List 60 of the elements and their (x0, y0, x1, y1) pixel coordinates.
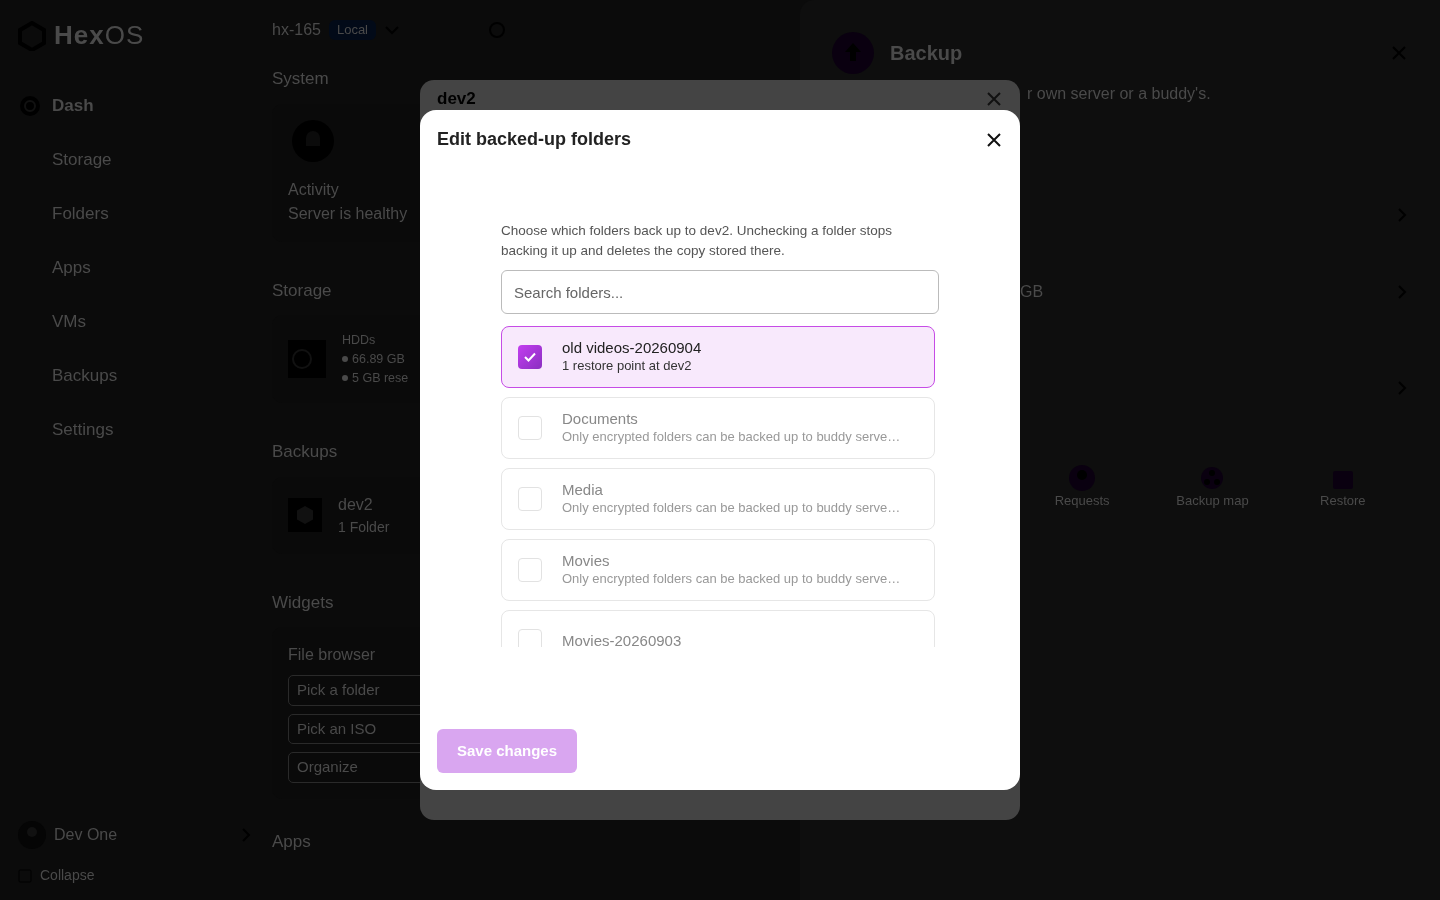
nav-link[interactable]: VMs (18, 295, 252, 349)
server-name: hx-165 (272, 20, 321, 40)
checkbox[interactable] (518, 487, 542, 512)
folder-detail: Only encrypted folders can be backed up to buddy serve… (562, 571, 901, 588)
user-menu[interactable]: Dev One (18, 821, 252, 849)
folder-name: Movies (562, 552, 611, 572)
folder-option[interactable]: Documents Only encrypted folders can be backed up to buddy serve… (501, 397, 935, 460)
panel-action[interactable]: Backup map (1147, 465, 1278, 511)
logo-text: HexOS (54, 19, 145, 52)
checkbox[interactable] (518, 345, 542, 370)
section-title: Widgets (272, 591, 334, 614)
folder-option[interactable]: old videos-20260904 1 restore point at dev2 (501, 326, 935, 389)
nav-link[interactable]: Backups (18, 349, 252, 403)
panel-title: Backup (890, 41, 964, 66)
section-title: Backups (272, 441, 338, 464)
nav-link[interactable]: Dash (18, 79, 252, 133)
section-title: System (272, 68, 329, 90)
checkbox[interactable] (518, 416, 542, 441)
card-title: HDDs (342, 332, 377, 349)
search-field[interactable]: Search folders... (501, 270, 939, 315)
collapse-button[interactable]: Collapse (18, 865, 252, 886)
close-icon (985, 89, 1003, 108)
panel-action[interactable]: Restore (1277, 465, 1408, 511)
folder-name: old videos-20260904 (562, 339, 702, 359)
folder-option[interactable]: Movies Only encrypted folders can be backed up to buddy serve… (501, 539, 935, 602)
folder-name: Documents (562, 410, 639, 430)
folder-name: Media (562, 481, 604, 501)
folder-detail: Only encrypted folders can be backed up to buddy serve… (562, 500, 901, 517)
storage-stat: 5 GB rese (352, 369, 409, 387)
nav-link[interactable]: Storage (18, 133, 252, 187)
nav-link[interactable]: Folders (18, 187, 252, 241)
size-text: GB (1020, 281, 1044, 302)
folder-option[interactable]: Media Only encrypted folders can be backed up to buddy serve… (501, 468, 935, 531)
dialog-title: dev2 (437, 88, 476, 110)
checkmark-icon (524, 352, 536, 363)
section-title: Apps (272, 830, 311, 853)
dialog-title: Edit backed-up folders (437, 128, 632, 151)
panel-action[interactable]: Requests (1017, 465, 1148, 511)
storage-stat: 66.89 GB (352, 350, 405, 368)
folder-name: Movies-20260903 (562, 631, 682, 648)
status-text: Server is healthy (288, 203, 409, 224)
folder-detail: Only encrypted folders can be backed up to buddy serve… (562, 429, 901, 446)
checkbox[interactable] (518, 629, 542, 648)
folder-detail: 1 restore point at dev2 (562, 358, 693, 375)
nav-link[interactable]: Settings (18, 403, 252, 457)
card-title: dev2 (338, 494, 374, 515)
close-icon (985, 130, 1003, 149)
close-button[interactable] (985, 130, 1003, 149)
checkbox[interactable] (518, 558, 542, 583)
section-title: Storage (272, 279, 332, 302)
card-title: File browser (288, 645, 377, 666)
card-title: Activity (288, 179, 340, 200)
panel-description: r own server or a buddy's. (1027, 84, 1212, 104)
folder-option[interactable]: Movies-20260903 (501, 610, 935, 648)
dot-icon (342, 356, 348, 363)
dot-icon (342, 374, 348, 381)
status-badge: Local (328, 20, 376, 40)
folder-count: 1 Folder (338, 517, 390, 537)
nav-link[interactable]: Apps (18, 241, 252, 295)
dialog-description: Choose which folders back up to dev2. Unchecking a folder stops backing it up and deletes the copy stored there. (501, 222, 893, 260)
